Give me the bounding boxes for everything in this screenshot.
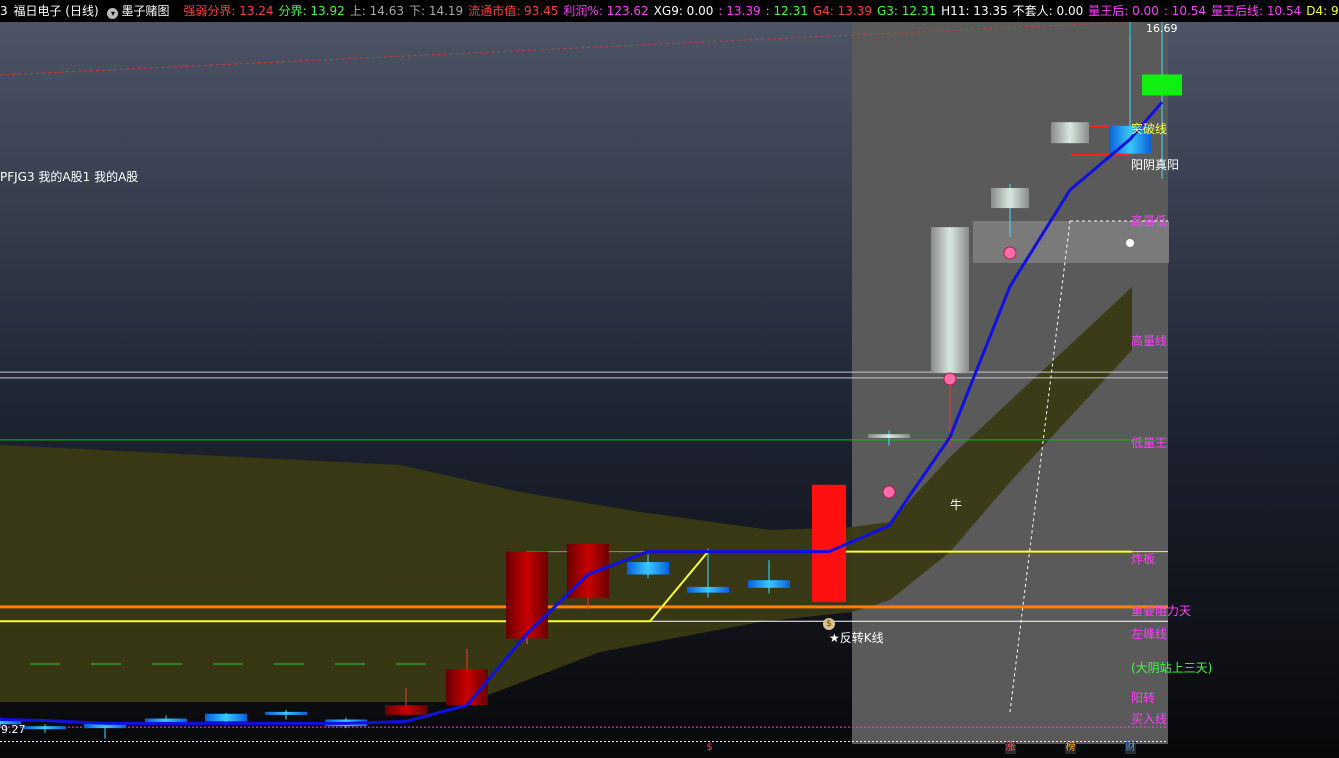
- candle-body: [205, 713, 247, 722]
- bottom-marker-3: 财: [1125, 742, 1136, 754]
- right-level-label-1: 阳阴真阳: [1131, 158, 1180, 172]
- indicator-value-0: 强弱分界: 13.24: [183, 4, 274, 18]
- bottom-marker-2: 榜: [1065, 742, 1076, 754]
- right-level-label-2: 高量低: [1131, 214, 1168, 228]
- candle-body: [868, 434, 910, 439]
- pink-face-icon: [882, 485, 896, 499]
- indicator-value-6: XG9: 0.00: [653, 4, 714, 18]
- candle-body: [687, 586, 729, 593]
- indicator-value-3: 下: 14.19: [408, 4, 464, 18]
- indicator-value-2: 上: 14.63: [349, 4, 404, 18]
- indicator-value-9: G4: 13.39: [812, 4, 872, 18]
- money-bag-icon: $: [823, 618, 835, 630]
- watchlist-overlay-text: PFJG3 我的A股1 我的A股: [0, 170, 139, 184]
- candle-body: [145, 718, 187, 723]
- price-chart[interactable]: 16.69 9.27 PFJG3 我的A股1 我的A股 ★反转K线 牛 $ 突破…: [0, 22, 1339, 758]
- candle-body: [991, 188, 1029, 209]
- indicator-value-8: : 12.31: [765, 4, 808, 18]
- indicator-value-5: 利润%: 123.62: [563, 4, 649, 18]
- right-level-label-10: 买入线: [1131, 712, 1168, 726]
- candle-body: [1051, 122, 1089, 144]
- indicator-header-bar: 3 福日电子 (日线) ▾ 墨子赌图 强弱分界: 13.24 分界: 13.92 上:…: [0, 0, 1339, 22]
- candle-body: [265, 711, 307, 715]
- stock-name[interactable]: 福日电子 (日线): [13, 0, 98, 22]
- indicator-selector[interactable]: ▾ 墨子赌图: [107, 0, 174, 22]
- candle-body: [506, 551, 548, 639]
- candle-body: [385, 705, 427, 715]
- bull-annotation: 牛: [950, 498, 963, 512]
- indicator-value-1: 分界: 13.92: [278, 4, 345, 18]
- pink-face-icon: [943, 372, 957, 386]
- y-axis-high-label: 16.69: [1146, 22, 1178, 35]
- indicator-value-16: D4: 9.65: [1306, 4, 1339, 18]
- pink-face-icon: [1003, 246, 1017, 260]
- bottom-marker-1: 涨: [1005, 742, 1016, 754]
- bottom-marker-0: $: [706, 742, 713, 753]
- white-dot-marker: [1126, 239, 1134, 247]
- right-level-label-7: 左峰线: [1131, 627, 1168, 641]
- indicator-value-13: 量王后: 0.00: [1088, 4, 1159, 18]
- candle-body: [748, 580, 790, 588]
- reversal-annotation: ★反转K线: [829, 631, 884, 645]
- indicator-value-15: 量王后线: 10.54: [1211, 4, 1302, 18]
- right-level-label-5: 炸板: [1131, 552, 1156, 566]
- candle-body: [1142, 74, 1182, 96]
- candle-body: [627, 562, 669, 575]
- right-level-label-3: 高量线: [1131, 334, 1168, 348]
- y-axis-low-label: 9.27: [1, 723, 26, 736]
- indicator-value-14: : 10.54: [1163, 4, 1207, 18]
- right-level-label-8: (大阴站上三天): [1131, 661, 1213, 675]
- indicator-value-11: H11: 13.35: [941, 4, 1008, 18]
- indicator-value-4: 流通市值: 93.45: [468, 4, 559, 18]
- indicator-value-12: 不套人: 0.00: [1012, 4, 1084, 18]
- right-level-label-6: 重要阻力天: [1131, 604, 1192, 618]
- indicator-name: 墨子赌图: [121, 4, 170, 18]
- stock-code-prefix: 3: [0, 4, 8, 18]
- indicator-value-list: 强弱分界: 13.24 分界: 13.92 上: 14.63 下: 14.19 流通市值…: [183, 0, 1339, 22]
- right-level-label-9: 阳转: [1131, 691, 1156, 705]
- chevron-down-icon[interactable]: ▾: [107, 8, 119, 19]
- indicator-value-10: G3: 12.31: [877, 4, 937, 18]
- candle-body: [24, 726, 66, 730]
- indicator-value-7: : 13.39: [718, 4, 761, 18]
- candle-body: [931, 227, 969, 374]
- right-level-label-0: 突破线: [1131, 122, 1168, 136]
- candle-body: [812, 484, 846, 603]
- right-level-label-4: 低量王: [1131, 436, 1168, 450]
